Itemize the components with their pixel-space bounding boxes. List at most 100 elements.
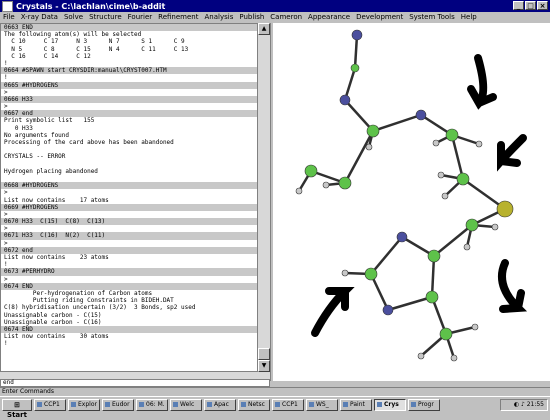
taskbar-item[interactable]: Apac <box>204 399 236 411</box>
taskbar: ⊞ Start ◐ ♪ 21:55 CCP1 Explor Eudor 06: M. W… <box>0 396 550 419</box>
vertical-scrollbar[interactable]: ▲ ▼ <box>258 23 270 372</box>
menu-item-analysis[interactable]: Analysis <box>202 13 237 21</box>
hydrogen-atom[interactable] <box>365 143 373 151</box>
taskbar-item[interactable]: Progr <box>408 399 440 411</box>
hydrogen-atom[interactable] <box>417 352 425 360</box>
output-line: C 16 C 14 C 12 <box>4 52 91 60</box>
hydrogen-atom[interactable] <box>450 354 458 362</box>
output-line: ! <box>4 74 8 82</box>
menu-item-x-ray-data[interactable]: X-ray Data <box>18 13 61 21</box>
carbon-atom[interactable] <box>350 63 360 73</box>
menu-item-help[interactable]: Help <box>458 13 480 21</box>
maximize-icon[interactable]: □ <box>525 1 536 10</box>
nitrogen-atom[interactable] <box>396 231 408 243</box>
hydrogen-atom[interactable] <box>463 243 471 251</box>
taskbar-item[interactable]: CCP1 <box>272 399 304 411</box>
taskbar-item[interactable]: Eudor <box>102 399 134 411</box>
nitrogen-atom[interactable] <box>382 304 394 316</box>
carbon-atom[interactable] <box>445 128 459 142</box>
taskbar-item[interactable]: Netsc <box>238 399 270 411</box>
hydrogen-atom[interactable] <box>475 140 483 148</box>
taskbar-item[interactable]: CCP1 <box>34 399 66 411</box>
output-line: 0672 end <box>1 246 257 254</box>
taskbar-item[interactable]: 06: M. <box>136 399 168 411</box>
output-line: C(8) hybridisation uncertain (3/2) 3 Bon… <box>4 304 196 312</box>
output-line: CRYSTALS -- ERROR <box>4 153 66 161</box>
molecule-view[interactable] <box>273 23 550 381</box>
output-line: > <box>4 225 8 233</box>
carbon-atom[interactable] <box>439 327 453 341</box>
output-line: > <box>4 275 8 283</box>
window-controls: _ □ × <box>513 1 548 10</box>
carbon-atom[interactable] <box>338 176 352 190</box>
scroll-up-icon[interactable]: ▲ <box>258 23 270 35</box>
output-line: 0673 #PERHYDRO <box>1 268 257 276</box>
clock: 21:55 <box>526 401 544 408</box>
scrollbar-thumb[interactable] <box>258 348 270 360</box>
carbon-atom[interactable] <box>366 124 380 138</box>
menu-item-appearance[interactable]: Appearance <box>305 13 353 21</box>
carbon-atom[interactable] <box>465 218 479 232</box>
output-line: List now contains 17 atoms <box>4 196 109 204</box>
output-line: ! <box>4 261 8 269</box>
command-input[interactable]: end <box>0 379 270 387</box>
status-bar: Enter Commands <box>0 387 550 395</box>
menu-item-development[interactable]: Development <box>353 13 406 21</box>
horizontal-scrollbar[interactable] <box>0 372 270 379</box>
output-line: ! <box>4 59 8 67</box>
taskbar-item[interactable]: Paint <box>340 399 372 411</box>
tray-icons[interactable]: ◐ ♪ <box>514 401 527 408</box>
output-line: Unassignable carbon - C(15) <box>4 311 102 319</box>
nitrogen-atom[interactable] <box>415 109 427 121</box>
annotation-arrow <box>497 134 527 172</box>
output-line: The following atom(s) will be selected <box>4 31 142 39</box>
sulfur-atom[interactable] <box>496 200 514 218</box>
hydrogen-atom[interactable] <box>441 192 449 200</box>
output-line: ! <box>4 340 8 348</box>
menu-item-system-tools[interactable]: System Tools <box>406 13 458 21</box>
carbon-atom[interactable] <box>364 267 378 281</box>
carbon-atom[interactable] <box>304 164 318 178</box>
annotation-arrow <box>467 54 497 110</box>
menu-item-solve[interactable]: Solve <box>61 13 86 21</box>
nitrogen-atom[interactable] <box>339 94 351 106</box>
output-line: Print symbolic list 155 <box>4 117 95 125</box>
hydrogen-atom[interactable] <box>341 269 349 277</box>
scroll-down-icon[interactable]: ▼ <box>258 360 270 372</box>
hydrogen-atom[interactable] <box>437 171 445 179</box>
carbon-atom[interactable] <box>427 249 441 263</box>
taskbar-item[interactable]: Welc <box>170 399 202 411</box>
minimize-icon[interactable]: _ <box>513 1 524 10</box>
menu-item-structure[interactable]: Structure <box>86 13 125 21</box>
app-icon[interactable] <box>2 0 13 12</box>
menu-item-fourier[interactable]: Fourier <box>125 13 156 21</box>
menu-item-publish[interactable]: Publish <box>236 13 267 21</box>
output-line: N 5 C 8 C 15 N 4 C 11 C 13 <box>4 45 189 53</box>
output-line: > <box>4 88 8 96</box>
hydrogen-atom[interactable] <box>322 181 330 189</box>
menu-item-refinement[interactable]: Refinement <box>155 13 201 21</box>
bond <box>372 113 422 133</box>
nitrogen-atom[interactable] <box>351 29 363 41</box>
taskbar-item[interactable]: Crys <box>374 399 406 411</box>
hydrogen-atom[interactable] <box>471 323 479 331</box>
molecule-canvas[interactable] <box>273 23 550 381</box>
carbon-atom[interactable] <box>425 290 439 304</box>
hydrogen-atom[interactable] <box>295 187 303 195</box>
menu-item-file[interactable]: File <box>0 13 18 21</box>
close-icon[interactable]: × <box>537 1 548 10</box>
bond <box>433 224 473 257</box>
start-button[interactable]: ⊞ Start <box>2 399 32 419</box>
output-line: Unassignable carbon - C(16) <box>4 318 102 326</box>
output-line: 0674 END <box>1 282 257 290</box>
output-line: Processing of the card above has been ab… <box>4 139 174 146</box>
taskbar-item[interactable]: WS_ <box>306 399 338 411</box>
output-text-pane[interactable]: 0663 END The following atom(s) will be se… <box>0 23 258 372</box>
output-line: 0669 #HYDROGENS <box>1 203 257 211</box>
menu-item-cameron[interactable]: Cameron <box>267 13 305 21</box>
hydrogen-atom[interactable] <box>432 139 440 147</box>
hydrogen-atom[interactable] <box>491 223 499 231</box>
bond <box>387 295 433 312</box>
taskbar-item[interactable]: Explor <box>68 399 100 411</box>
carbon-atom[interactable] <box>456 172 470 186</box>
